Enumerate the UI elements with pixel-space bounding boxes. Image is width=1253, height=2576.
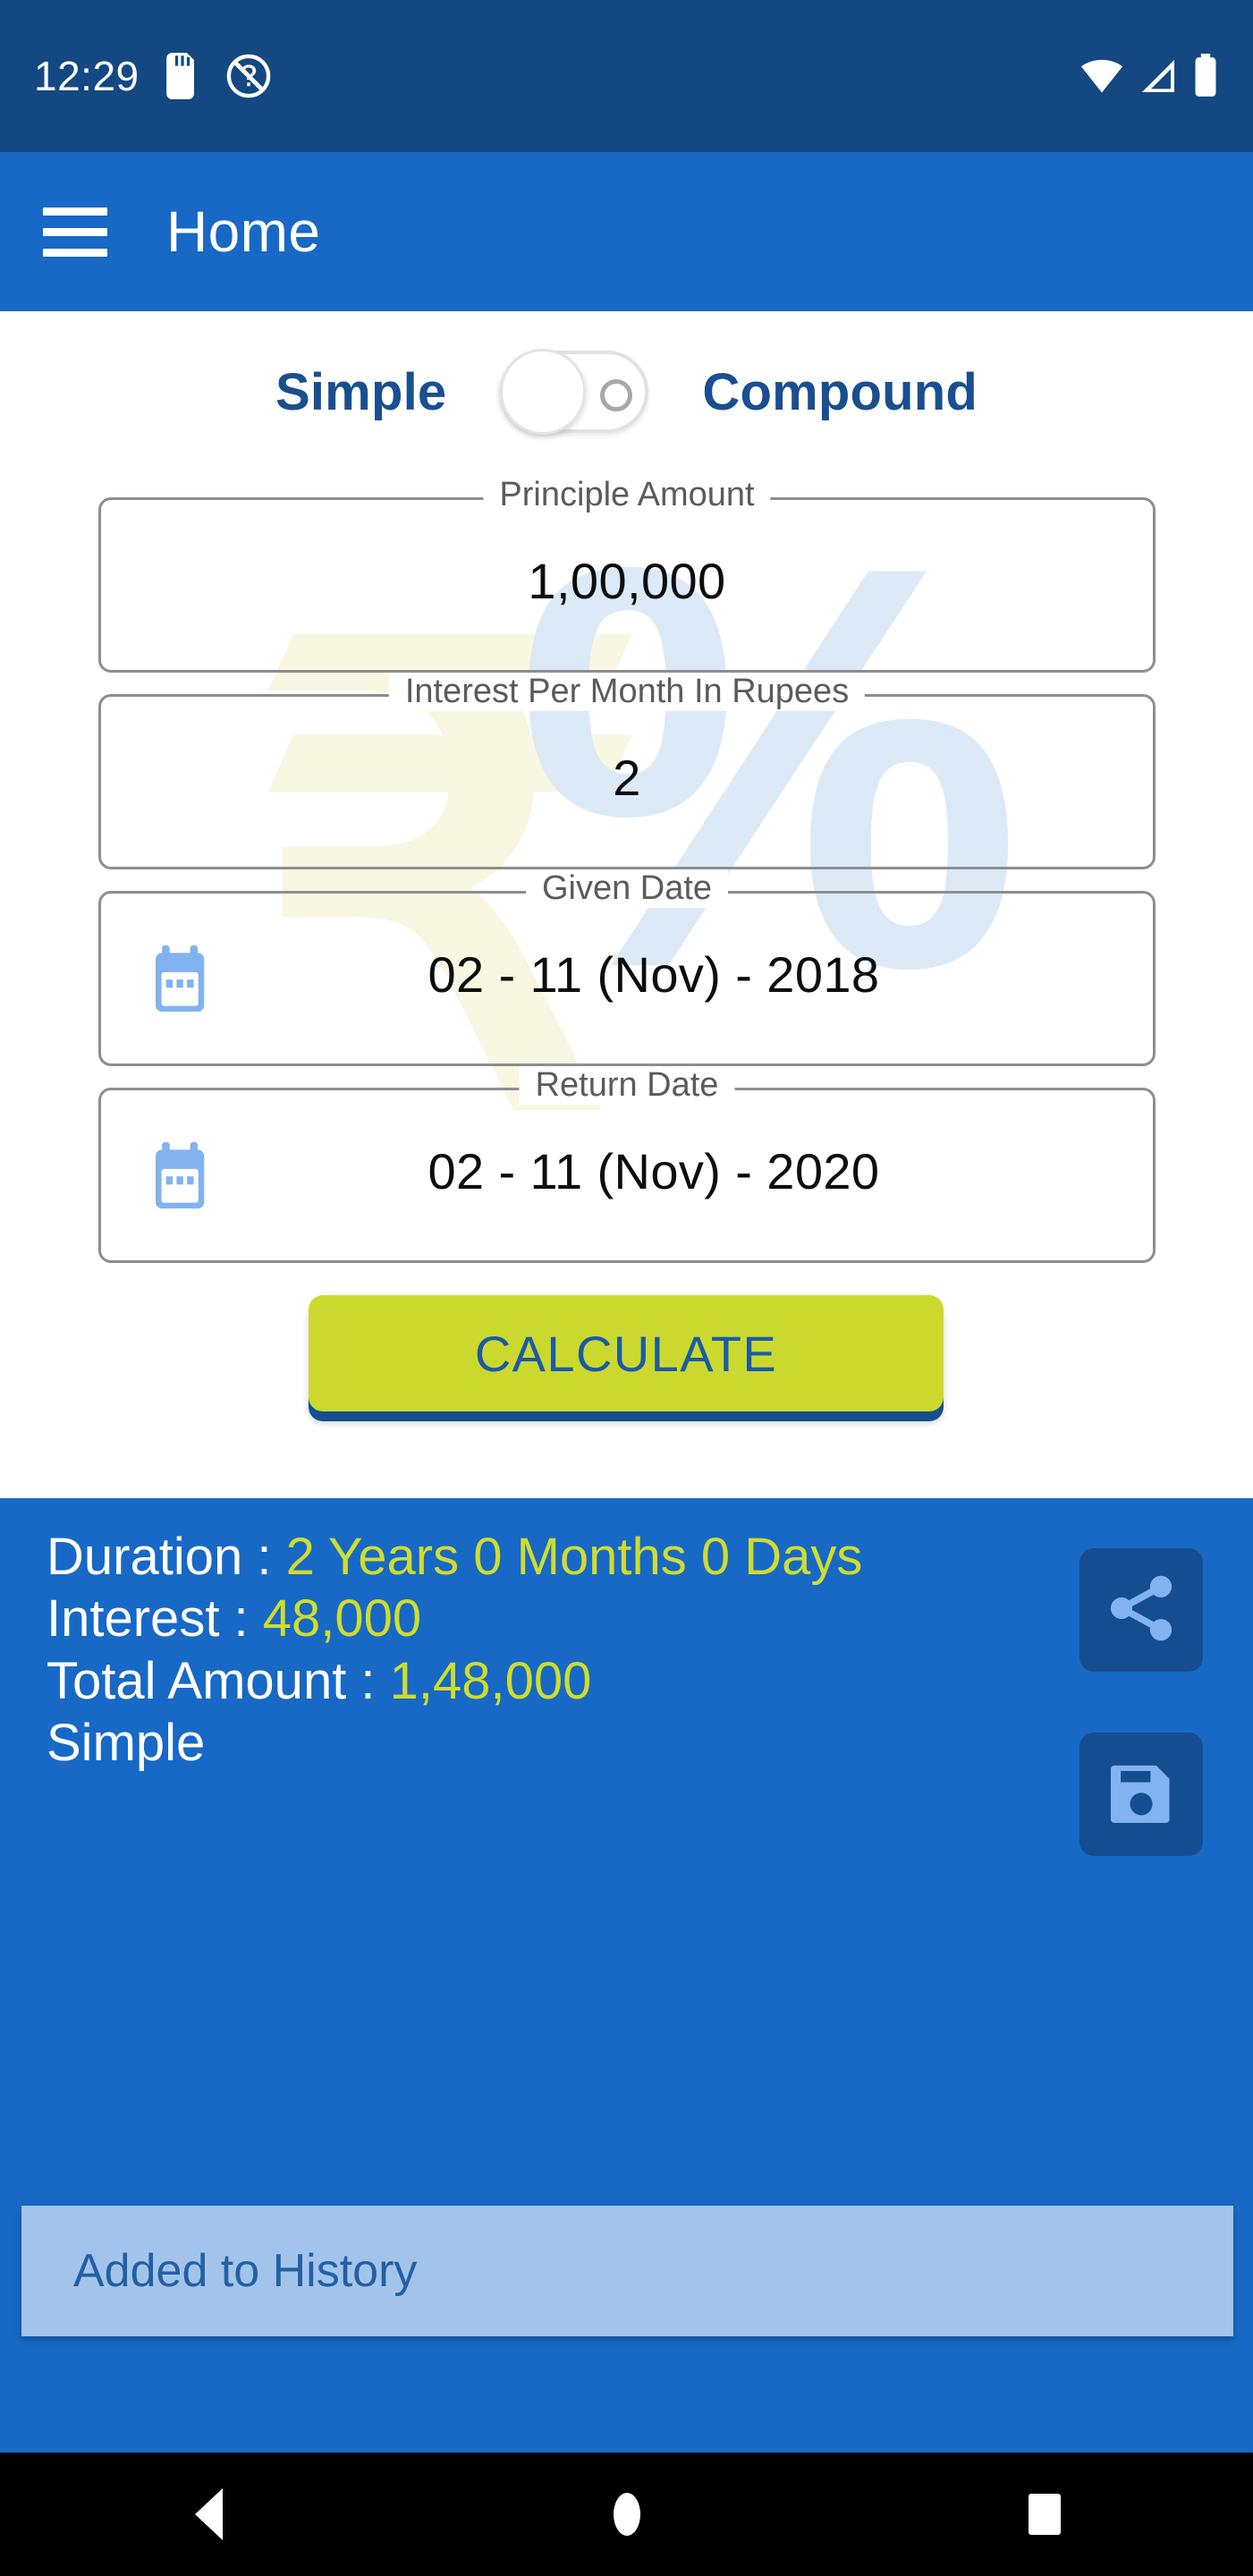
menu-line bbox=[43, 248, 107, 257]
save-floppy-icon bbox=[1103, 1754, 1180, 1835]
status-bar-left: 12:29 bbox=[34, 52, 272, 100]
given-date-label: Given Date bbox=[525, 869, 729, 908]
return-date-label: Return Date bbox=[519, 1066, 735, 1105]
recents-square-icon bbox=[1028, 2494, 1061, 2535]
hamburger-menu-icon[interactable] bbox=[43, 187, 132, 276]
duration-row: Duration : 2 Years 0 Months 0 Days bbox=[47, 1527, 1066, 1587]
calculate-button[interactable]: CALCULATE bbox=[309, 1295, 944, 1411]
nav-back-button[interactable] bbox=[0, 2453, 418, 2576]
duration-value: 2 Years 0 Months 0 Days bbox=[285, 1528, 863, 1586]
total-amount-value: 1,48,000 bbox=[389, 1651, 592, 1710]
status-bar: 12:29 bbox=[0, 0, 1253, 152]
cellular-signal-icon bbox=[1137, 55, 1180, 97]
interest-row: Interest : 48,000 bbox=[47, 1589, 1066, 1648]
main-content: ₹ % Simple Compound Principle Amount 1,0… bbox=[0, 311, 1253, 1498]
interest-label: Interest : bbox=[47, 1589, 263, 1648]
status-bar-right bbox=[1079, 54, 1219, 98]
battery-icon bbox=[1192, 54, 1219, 98]
interest-rate-label: Interest Per Month In Rupees bbox=[388, 673, 866, 711]
page-title: Home bbox=[166, 199, 321, 264]
mode-label-simple[interactable]: Simple bbox=[275, 362, 446, 422]
interest-rate-field[interactable]: Interest Per Month In Rupees 2 bbox=[98, 673, 1156, 869]
save-button[interactable] bbox=[1079, 1733, 1203, 1856]
total-amount-label: Total Amount : bbox=[47, 1651, 390, 1710]
return-date-value: 02 - 11 (Nov) - 2020 bbox=[428, 1143, 880, 1199]
app-bar: Home bbox=[0, 152, 1253, 311]
duration-label: Duration : bbox=[47, 1528, 286, 1586]
switch-knob bbox=[500, 349, 587, 435]
menu-line bbox=[43, 207, 107, 216]
nav-recents-button[interactable] bbox=[835, 2453, 1253, 2576]
principle-amount-label: Principle Amount bbox=[483, 476, 771, 514]
mode-toggle-row: Simple Compound bbox=[0, 338, 1253, 445]
result-mode: Simple bbox=[47, 1713, 206, 1772]
result-lines: Duration : 2 Years 0 Months 0 Days Inter… bbox=[47, 1527, 1066, 1775]
total-amount-row: Total Amount : 1,48,000 bbox=[47, 1651, 1066, 1711]
nav-home-button[interactable] bbox=[418, 2453, 835, 2576]
wifi-icon bbox=[1079, 55, 1124, 97]
switch-off-indicator-icon bbox=[600, 379, 633, 411]
given-date-value: 02 - 11 (Nov) - 2018 bbox=[428, 946, 880, 1003]
interest-value: 48,000 bbox=[262, 1589, 422, 1648]
principle-amount-field[interactable]: Principle Amount 1,00,000 bbox=[98, 476, 1156, 673]
android-navigation-bar bbox=[0, 2453, 1253, 2576]
mode-label-compound[interactable]: Compound bbox=[702, 362, 978, 422]
simple-compound-switch[interactable] bbox=[500, 349, 649, 435]
home-circle-icon bbox=[613, 2493, 640, 2536]
share-button[interactable] bbox=[1079, 1548, 1203, 1672]
snackbar-message: Added to History bbox=[73, 2245, 418, 2297]
principle-amount-value: 1,00,000 bbox=[528, 553, 726, 609]
mute-icon bbox=[225, 53, 272, 99]
interest-rate-value: 2 bbox=[613, 750, 641, 806]
back-triangle-icon bbox=[195, 2488, 223, 2540]
menu-line bbox=[43, 227, 107, 236]
snackbar: Added to History bbox=[21, 2206, 1233, 2336]
return-date-field[interactable]: Return Date 02 - 11 (Nov) - 2020 bbox=[98, 1066, 1156, 1263]
app-screen: 12:29 Home ₹ % Simple Compound Principle… bbox=[0, 0, 1253, 2576]
sd-card-icon bbox=[165, 53, 200, 99]
share-icon bbox=[1102, 1569, 1181, 1652]
status-clock: 12:29 bbox=[34, 53, 140, 99]
given-date-field[interactable]: Given Date 02 - 11 (Nov) - 2018 bbox=[98, 869, 1156, 1066]
